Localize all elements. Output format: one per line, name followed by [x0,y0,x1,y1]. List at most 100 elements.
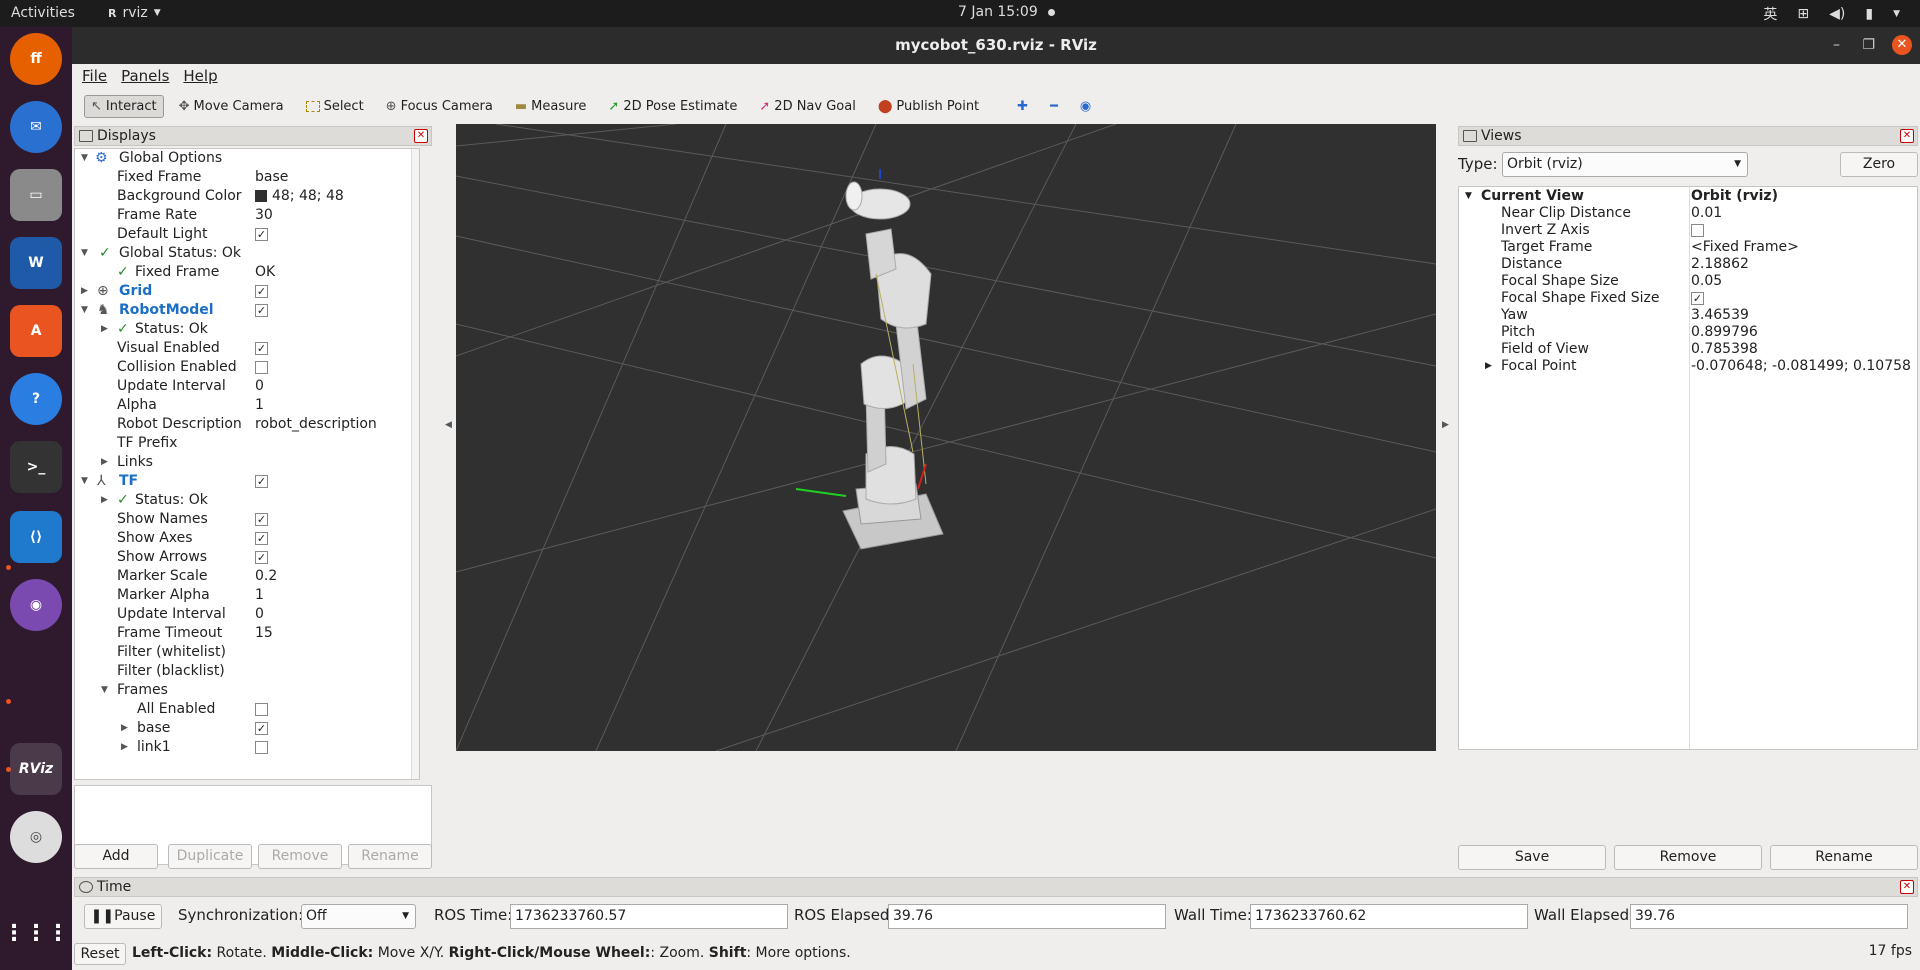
chevron-right-icon[interactable]: ▶ [121,719,128,738]
tree-row[interactable]: Focal Shape Size 0.05 [1459,273,1919,290]
ros-time-field[interactable]: 1736233760.57 [510,904,788,929]
collapse-right-icon[interactable]: ▶ [1442,420,1449,430]
tree-row[interactable]: ▼ ⚙ Global Options [75,149,419,168]
pause-button[interactable]: ❚❚Pause [84,904,162,929]
tree-row[interactable]: Distance 2.18862 [1459,256,1919,273]
wall-elapsed-field[interactable]: 39.76 [1630,904,1908,929]
row-value[interactable]: 30 [255,206,273,225]
checkbox[interactable]: ✓ [255,339,268,358]
tree-row[interactable]: ▼ ⅄ TF ✓ [75,472,419,491]
checkbox[interactable]: ✓ [255,472,268,491]
save-view-button[interactable]: Save [1458,845,1606,870]
minimize-icon[interactable]: – [1833,27,1840,64]
wall-time-field[interactable]: 1736233760.62 [1250,904,1528,929]
row-value[interactable]: 0 [255,377,264,396]
tree-row[interactable]: Filter (whitelist) [75,643,419,662]
add-tool-button[interactable]: ✚ [1010,95,1035,118]
row-value[interactable]: base [255,168,288,187]
row-value[interactable]: 0.785398 [1691,341,1758,358]
terminal-icon[interactable]: >_ [10,441,62,493]
remove-view-button[interactable]: Remove [1614,845,1762,870]
checkbox[interactable]: ✓ [255,548,268,567]
vscode-icon[interactable]: ⟨⟩ [10,511,62,563]
select-tool[interactable]: Select [299,95,371,118]
chevron-right-icon[interactable]: ▶ [101,491,108,510]
input-method-indicator[interactable]: 英 [1763,4,1777,24]
tree-row[interactable]: All Enabled [75,700,419,719]
focus-camera-tool[interactable]: ⊕ Focus Camera [379,95,500,118]
tree-row[interactable]: ▶ base ✓ [75,719,419,738]
tree-row[interactable]: Field of View 0.785398 [1459,341,1919,358]
row-value[interactable]: 0 [255,605,264,624]
row-value[interactable]: 1 [255,396,264,415]
tree-row[interactable]: ▶ ✓ Status: Ok [75,491,419,510]
tree-row[interactable]: ▶ Links [75,453,419,472]
chevron-right-icon[interactable]: ▶ [121,738,128,757]
rename-view-button[interactable]: Rename [1770,845,1918,870]
view-type-select[interactable]: Orbit (rviz) ▼ [1502,152,1748,177]
tree-row[interactable]: Background Color 48; 48; 48 [75,187,419,206]
checkbox[interactable] [255,358,268,377]
rviz-dock-icon[interactable]: RViz [10,743,62,795]
chevron-down-icon[interactable]: ▼ [81,472,88,491]
checkbox[interactable]: ✓ [255,719,268,738]
close-icon[interactable]: ✕ [1892,35,1912,55]
menu-help[interactable]: Help [183,64,217,88]
close-icon[interactable]: ✕ [1900,880,1914,894]
publish-point-tool[interactable]: ⬤ Publish Point [871,95,986,118]
checkbox[interactable]: ✓ [255,301,268,320]
checkbox[interactable]: ✓ [255,225,268,244]
render-viewport[interactable] [456,124,1436,751]
activities-button[interactable]: Activities [11,5,75,21]
help-icon[interactable]: ? [10,373,62,425]
displays-scrollbar[interactable] [411,149,419,779]
tree-row[interactable]: Show Axes ✓ [75,529,419,548]
tree-row[interactable]: Frame Timeout 15 [75,624,419,643]
chevron-right-icon[interactable]: ▶ [81,282,88,301]
app-menu[interactable]: Rrviz ▼ [108,5,161,21]
close-icon[interactable]: ✕ [1900,129,1914,143]
tree-row[interactable]: ▼ Current View Orbit (rviz) [1459,188,1919,205]
tree-row[interactable]: Update Interval 0 [75,377,419,396]
tree-row[interactable]: Alpha 1 [75,396,419,415]
tree-row[interactable]: Show Arrows ✓ [75,548,419,567]
chevron-right-icon[interactable]: ▶ [1485,358,1492,375]
tree-row[interactable]: ▼ ♞ RobotModel ✓ [75,301,419,320]
row-value[interactable]: 1 [255,586,264,605]
tree-row[interactable]: Filter (blacklist) [75,662,419,681]
row-value[interactable]: 0.2 [255,567,277,586]
pose-estimate-tool[interactable]: ➚ 2D Pose Estimate [601,95,744,118]
row-value[interactable]: -0.070648; -0.081499; 0.10758 [1691,358,1911,375]
add-button[interactable]: Add [74,844,158,869]
tree-row[interactable]: Collision Enabled [75,358,419,377]
row-value[interactable]: robot_description [255,415,377,434]
thunderbird-icon[interactable]: ✉ [10,101,62,153]
chevron-down-icon[interactable]: ▼ [81,149,88,168]
tree-row[interactable]: Yaw 3.46539 [1459,307,1919,324]
tree-row[interactable]: Update Interval 0 [75,605,419,624]
collapse-left-icon[interactable]: ◀ [445,420,452,430]
menu-panels[interactable]: Panels [121,64,169,88]
tree-row[interactable]: ▼ ✓ Global Status: Ok [75,244,419,263]
tree-row[interactable]: Near Clip Distance 0.01 [1459,205,1919,222]
software-center-icon[interactable]: A [10,305,62,357]
chevron-down-icon[interactable]: ▼ [81,244,88,263]
tree-row[interactable]: Frame Rate 30 [75,206,419,225]
menu-file[interactable]: File [82,64,107,88]
close-icon[interactable]: ✕ [414,129,428,143]
checkbox[interactable] [255,738,268,757]
row-value[interactable]: 0.899796 [1691,324,1758,341]
zero-button[interactable]: Zero [1840,152,1918,177]
ros-elapsed-field[interactable]: 39.76 [888,904,1166,929]
files-icon[interactable]: ▭ [10,169,62,221]
measure-tool[interactable]: ▬ Measure [508,95,594,118]
chevron-down-icon[interactable]: ▼ [101,681,108,700]
interact-tool[interactable]: ↖ Interact [84,94,164,118]
row-value[interactable]: 0.05 [1691,273,1722,290]
tree-row[interactable]: ▶ ✓ Status: Ok [75,320,419,339]
tree-row[interactable]: Fixed Frame base [75,168,419,187]
tree-row[interactable]: Target Frame <Fixed Frame> [1459,239,1919,256]
tree-row[interactable]: Visual Enabled ✓ [75,339,419,358]
clock[interactable]: 7 Jan 15:09 [958,4,1055,20]
checkbox[interactable] [255,700,268,719]
